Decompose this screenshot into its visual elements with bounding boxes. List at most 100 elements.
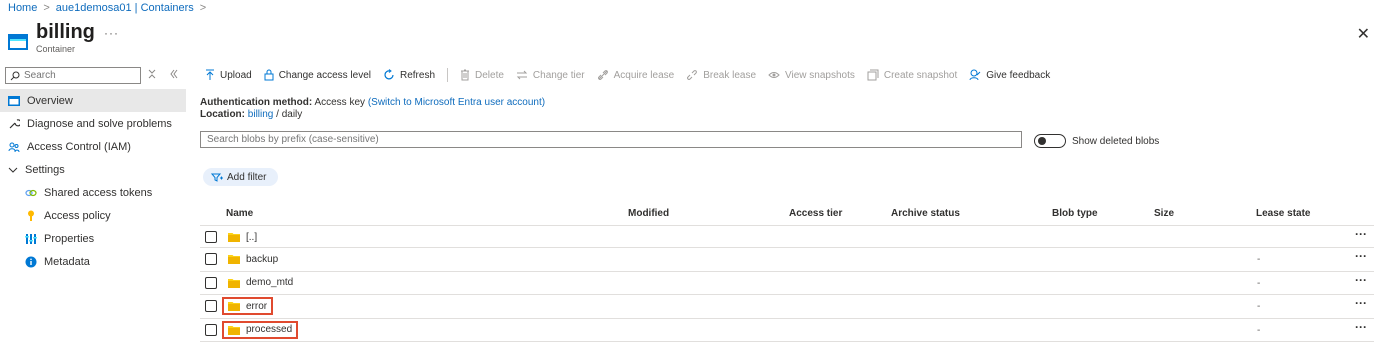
broken-link-icon [687, 70, 698, 80]
switch-auth-link[interactable]: (Switch to Microsoft Entra user account) [368, 97, 545, 108]
row-more-icon[interactable]: ··· [1355, 249, 1367, 263]
toggle-knob [1038, 137, 1046, 145]
folder-icon [228, 302, 240, 312]
column-header-modified[interactable]: Modified [628, 208, 669, 219]
column-header-name[interactable]: Name [226, 208, 253, 219]
table-row[interactable]: [..] ··· [200, 225, 1374, 249]
row-checkbox[interactable] [205, 323, 217, 336]
row-lease-state: - [1257, 301, 1261, 313]
row-name[interactable]: error [222, 297, 274, 316]
row-checkbox[interactable] [205, 276, 217, 289]
sidebar-item-shared-access-tokens[interactable]: Shared access tokens [0, 181, 186, 204]
sidebar-item-overview[interactable]: Overview [0, 89, 186, 112]
blob-search-input[interactable] [207, 132, 1021, 147]
row-lease-state: - [1257, 254, 1261, 266]
location-link[interactable]: billing [248, 109, 274, 120]
column-header-access-tier[interactable]: Access tier [789, 208, 842, 219]
refresh-label: Refresh [399, 69, 435, 81]
row-checkbox[interactable] [205, 231, 217, 243]
feedback-icon [969, 69, 981, 81]
row-name[interactable]: demo_mtd [222, 274, 299, 292]
container-icon [8, 95, 20, 106]
row-name[interactable]: processed [222, 320, 299, 339]
folder-icon [228, 278, 240, 288]
sidebar-item-label: Diagnose and solve problems [27, 117, 172, 130]
table-row[interactable]: backup - ··· [200, 248, 1374, 272]
sidebar-item-label: Access policy [44, 209, 111, 222]
lock-icon [264, 69, 274, 81]
column-header-size[interactable]: Size [1154, 208, 1174, 219]
table-row[interactable]: processed - ··· [200, 319, 1374, 342]
breadcrumb-account[interactable]: aue1demosa01 | Containers [56, 2, 194, 14]
delete-button[interactable]: Delete [460, 69, 504, 81]
break-lease-button[interactable]: Break lease [686, 69, 756, 81]
auth-info: Authentication method: Access key (Switc… [200, 97, 545, 121]
row-checkbox[interactable] [205, 300, 217, 313]
link-icon [597, 70, 608, 80]
row-name[interactable]: backup [222, 250, 284, 268]
close-icon[interactable]: ✕ [1357, 24, 1370, 44]
container-icon [8, 34, 28, 50]
row-name-label: processed [246, 324, 293, 336]
break-lease-label: Break lease [703, 69, 757, 81]
toolbar: Upload Change access level Refresh Delet… [205, 66, 1062, 84]
breadcrumb-separator: > [199, 2, 207, 14]
row-checkbox[interactable] [205, 253, 217, 266]
sidebar-item-metadata[interactable]: Metadata [0, 250, 186, 273]
sidebar-item-access-policy[interactable]: Access policy [0, 204, 186, 227]
sidebar-search-input[interactable] [24, 70, 134, 81]
sidebar-item-iam[interactable]: Access Control (IAM) [0, 135, 186, 158]
sidebar-item-label: Shared access tokens [44, 186, 153, 199]
key-icon [28, 210, 34, 221]
blob-search[interactable] [200, 131, 1022, 148]
table-row[interactable]: error - ··· [200, 295, 1374, 319]
add-filter-button[interactable]: Add filter [203, 168, 279, 186]
location-label: Location: [200, 109, 245, 120]
row-name-label: [..] [246, 231, 258, 243]
refresh-button[interactable]: Refresh [383, 69, 435, 81]
page-header: billing Container [8, 20, 95, 54]
row-more-icon[interactable]: ··· [1355, 273, 1367, 287]
column-header-lease-state[interactable]: Lease state [1256, 208, 1310, 219]
table-row[interactable]: demo_mtd - ··· [200, 272, 1374, 296]
sidebar-item-properties[interactable]: Properties [0, 227, 186, 250]
blob-list: [..] ··· backup - ··· demo_mtd - ··· err… [200, 225, 1374, 342]
search-icon [10, 71, 20, 80]
breadcrumb-home[interactable]: Home [8, 2, 37, 14]
change-tier-label: Change tier [532, 69, 585, 81]
folder-icon [228, 255, 240, 265]
change-tier-button[interactable]: Change tier [516, 70, 585, 81]
bars-icon [25, 233, 37, 244]
sidebar-item-diagnose[interactable]: Diagnose and solve problems [0, 112, 186, 135]
row-lease-state: - [1257, 277, 1261, 289]
acquire-lease-button[interactable]: Acquire lease [597, 69, 674, 81]
view-snapshots-label: View snapshots [785, 69, 855, 81]
column-header-blob-type[interactable]: Blob type [1052, 208, 1098, 219]
sidebar-item-label: Metadata [44, 255, 90, 268]
collapse-all-icon[interactable] [148, 69, 156, 79]
give-feedback-label: Give feedback [986, 69, 1051, 81]
give-feedback-button[interactable]: Give feedback [969, 69, 1050, 81]
auth-method-label: Authentication method: [200, 97, 313, 108]
upload-button[interactable]: Upload [205, 69, 252, 81]
change-access-level-button[interactable]: Change access level [264, 69, 371, 81]
sidebar-item-label: Settings [25, 163, 65, 176]
show-deleted-toggle[interactable] [1034, 134, 1066, 148]
more-options-icon[interactable]: ··· [104, 26, 119, 40]
snapshot-icon [867, 69, 879, 81]
row-more-icon[interactable]: ··· [1355, 320, 1367, 334]
row-more-icon[interactable]: ··· [1355, 227, 1367, 241]
column-header-archive-status[interactable]: Archive status [891, 208, 960, 219]
view-snapshots-button[interactable]: View snapshots [768, 70, 855, 81]
people-icon [8, 142, 20, 152]
create-snapshot-button[interactable]: Create snapshot [867, 69, 957, 81]
row-more-icon[interactable]: ··· [1355, 296, 1367, 310]
sidebar: Overview Diagnose and solve problems Acc… [0, 89, 186, 273]
breadcrumb-separator: > [43, 2, 50, 14]
collapse-sidebar-icon[interactable] [170, 69, 178, 79]
sidebar-search[interactable] [5, 67, 141, 84]
create-snapshot-label: Create snapshot [883, 69, 958, 81]
row-name[interactable]: [..] [222, 228, 263, 246]
sidebar-group-settings[interactable]: Settings [0, 158, 186, 181]
refresh-icon [384, 69, 394, 80]
